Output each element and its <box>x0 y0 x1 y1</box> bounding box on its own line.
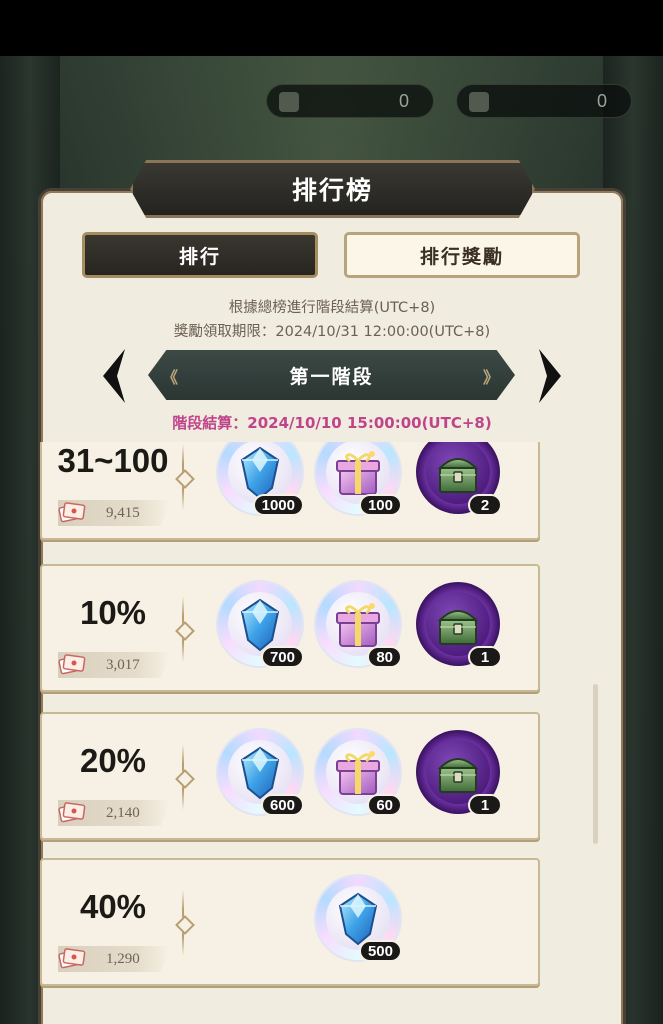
tier-rank-label: 31~100 <box>57 442 169 479</box>
reward-quantity-badge: 1 <box>468 794 502 816</box>
currency-gem-value: 0 <box>596 90 607 111</box>
tier-score-value: 3,017 <box>106 656 140 673</box>
tab-ranking[interactable]: 排行 <box>82 232 318 278</box>
tier-rank-label: 10% <box>79 594 147 631</box>
gift-box-icon <box>336 751 380 795</box>
tier-rank-label: 40% <box>79 888 147 925</box>
tier-divider <box>182 890 184 956</box>
reward-tier-card: 10% 3,017 700 80 1 <box>40 564 540 692</box>
settlement-rule-text: 根據總榜進行階段結算(UTC+8) <box>228 300 436 316</box>
ticket-icon <box>279 92 299 112</box>
reward-quantity-badge: 80 <box>367 646 402 668</box>
reward-quantity-badge: 600 <box>260 794 304 816</box>
next-stage-arrow[interactable] <box>532 346 568 406</box>
stage-selector: 《 第一階段 》 <box>148 350 515 400</box>
score-ticket-icon <box>58 948 86 969</box>
reward-tier-card: 40% 1,290 500 <box>40 858 540 986</box>
tier-score-value: 2,140 <box>106 804 140 821</box>
gem-icon <box>469 92 489 112</box>
tier-score-value: 1,290 <box>106 950 140 967</box>
diamond-icon <box>240 598 280 652</box>
status-bar <box>0 0 663 56</box>
reward-tier-card: 20% 2,140 600 60 1 <box>40 712 540 840</box>
diamond-icon <box>338 892 378 946</box>
reward-item[interactable]: 1 <box>416 730 502 816</box>
reward-quantity-badge: 500 <box>358 940 402 962</box>
currency-ticket-counter[interactable]: 0 <box>266 84 434 118</box>
reward-tier-list[interactable]: 31~100 9,415 1000 100 2 10% 3,017 700 80 1 20% 2,14… <box>40 442 624 1024</box>
diamond-icon <box>240 746 280 800</box>
currency-ticket-value: 0 <box>398 90 409 111</box>
chevron-right-icon <box>539 349 561 403</box>
tab-ranking-rewards[interactable]: 排行獎勵 <box>344 232 580 278</box>
chevron-left-icon <box>103 349 125 403</box>
reward-tier-card: 31~100 9,415 1000 100 2 <box>40 442 540 540</box>
claim-deadline-text: 獎勵領取期限：2024/10/31 12:00:00(UTC+8) <box>173 324 491 340</box>
reward-item[interactable]: 1000 <box>218 442 304 516</box>
currency-gem-counter[interactable]: 0 <box>456 84 632 118</box>
treasure-chest-icon <box>437 610 479 645</box>
reward-item[interactable]: 1 <box>416 582 502 668</box>
reward-item[interactable]: 80 <box>316 582 402 668</box>
score-ticket-icon <box>58 654 86 675</box>
tier-divider <box>182 444 184 510</box>
reward-item[interactable]: 60 <box>316 730 402 816</box>
reward-item[interactable]: 500 <box>316 876 402 962</box>
reward-item[interactable]: 600 <box>218 730 304 816</box>
treasure-chest-icon <box>437 758 479 793</box>
reward-quantity-badge: 1000 <box>252 494 304 516</box>
page-title: 排行榜 <box>291 176 373 205</box>
tier-score-value: 9,415 <box>106 504 140 521</box>
leaderboard-title-plate: 排行榜 <box>130 160 535 218</box>
diamond-icon <box>240 446 280 500</box>
reward-item[interactable]: 700 <box>218 582 304 668</box>
gift-box-icon <box>336 603 380 647</box>
stage-settlement-time: 階段結算：2024/10/10 15:00:00(UTC+8) <box>172 414 492 432</box>
reward-quantity-badge: 60 <box>367 794 402 816</box>
stage-plate-ornament-right: 》 <box>482 368 501 387</box>
reward-item[interactable]: 2 <box>416 442 502 516</box>
reward-item[interactable]: 100 <box>316 442 402 516</box>
gift-box-icon <box>336 451 380 495</box>
tier-divider <box>182 596 184 662</box>
treasure-chest-icon <box>437 458 479 493</box>
reward-quantity-badge: 100 <box>358 494 402 516</box>
tier-divider <box>182 744 184 810</box>
stage-plate-ornament-left: 《 <box>162 368 181 387</box>
prev-stage-arrow[interactable] <box>96 346 132 406</box>
reward-quantity-badge: 2 <box>468 494 502 516</box>
list-scrollbar[interactable] <box>593 684 598 844</box>
reward-quantity-badge: 700 <box>260 646 304 668</box>
score-ticket-icon <box>58 802 86 823</box>
score-ticket-icon <box>58 502 86 523</box>
stage-label: 第一階段 <box>289 365 374 388</box>
tier-rank-label: 20% <box>79 742 147 779</box>
reward-quantity-badge: 1 <box>468 646 502 668</box>
